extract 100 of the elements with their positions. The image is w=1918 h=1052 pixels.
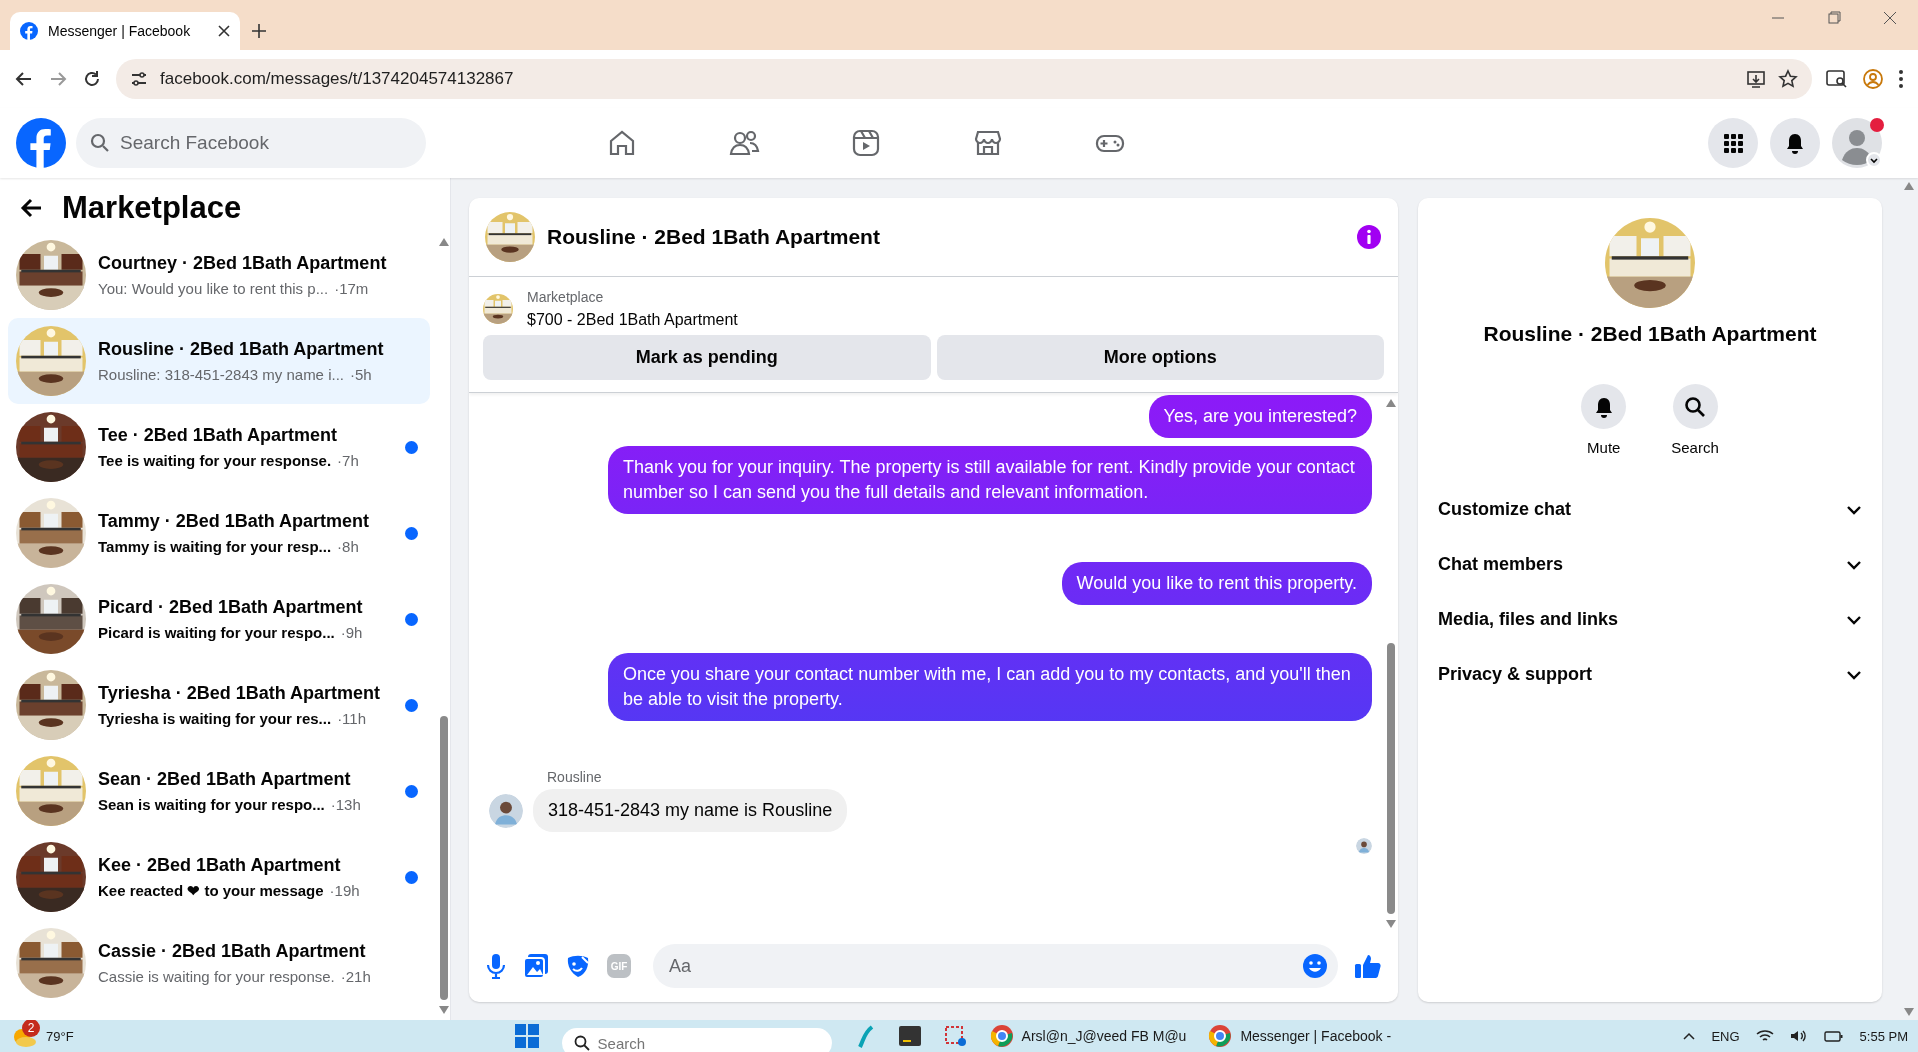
scroll-down-icon[interactable] [439,1006,449,1014]
listing-title[interactable]: $700 - 2Bed 1Bath Apartment [527,311,738,329]
listing-source: Marketplace [527,289,605,305]
message-preview: Picard is waiting for your respo... [98,624,335,641]
facebook-logo-icon [20,22,38,40]
browser-tab[interactable]: Messenger | Facebook [10,12,240,50]
message-input[interactable]: Aa [653,944,1338,988]
conversation-item[interactable]: Rousline · 2Bed 1Bath Apartment Rousline: 318-451-2843 my name i... ·5h [8,318,430,404]
message-bubble: Would you like to rent this property. [1061,562,1372,605]
battery-icon[interactable] [1823,1029,1844,1043]
message-preview: Tyriesha is waiting for your res... [98,710,332,727]
facebook-logo-icon[interactable] [16,118,66,168]
conversation-item[interactable]: Cassie · 2Bed 1Bath Apartment Cassie is waiting for your response. ·21h [8,920,430,1006]
star-icon[interactable] [1778,69,1798,89]
avatar-icon [489,793,523,828]
conversation-title: Tee · 2Bed 1Bath Apartment [98,425,339,446]
back-icon[interactable] [20,196,44,220]
conversation-item[interactable]: Kee · 2Bed 1Bath Apartment Kee reacted ❤ to your message ·19h [8,834,430,920]
grid-icon [1722,132,1744,154]
microphone-icon[interactable] [485,953,507,979]
contact-name: Rousline · 2Bed 1Bath Apartment [1483,322,1817,346]
language-indicator[interactable]: ENG [1711,1028,1740,1044]
notifications-button[interactable] [1770,118,1820,168]
conversation-title: Courtney · 2Bed 1Bath Apartment [98,253,388,274]
more-icon[interactable] [1898,69,1904,89]
conversation-title: Cassie · 2Bed 1Bath Apartment [98,941,367,962]
action-button[interactable]: More options [936,335,1384,380]
browser-icon [989,1024,1014,1048]
sender-name: Rousline [547,769,602,785]
browser-icon [1208,1024,1233,1048]
search-field[interactable]: Search Facebook [76,118,426,168]
section-header[interactable]: Customize chat [1434,482,1866,537]
temperature: 79°F [46,1028,74,1044]
bell-icon [1784,132,1806,154]
start-icon[interactable] [513,1023,540,1049]
search-icon [1684,395,1706,418]
section-header[interactable]: Privacy & support [1434,647,1866,702]
taskbar-window[interactable]: Arsl@n_J@veed FB M@u [989,1024,1187,1048]
clock[interactable]: 5:55 PM [1859,1028,1908,1044]
message-preview: Tammy is waiting for your resp... [98,538,332,555]
conversation-title: Tyriesha · 2Bed 1Bath Apartment [98,683,382,704]
conversation-item[interactable]: Tammy · 2Bed 1Bath Apartment Tammy is waiting for your resp... ·8h [8,490,430,576]
conversation-item[interactable]: Tee · 2Bed 1Bath Apartment Tee is waiting for your response. ·7h [8,404,430,490]
address-bar[interactable]: facebook.com/messages/t/1374204574132867 [116,59,1812,99]
search-field[interactable]: Search [561,1028,832,1052]
caret-icon[interactable] [1683,1032,1696,1040]
app-icon[interactable] [897,1024,922,1048]
conversation-title: Rousline · 2Bed 1Bath Apartment [98,339,385,360]
action-button[interactable]: Mark as pending [483,335,931,380]
message-time: ·5h [350,366,372,383]
scroll-down-icon[interactable] [1904,1008,1914,1016]
scroll-down-icon[interactable] [1386,920,1396,928]
scroll-thumb[interactable] [1387,643,1395,914]
profile-icon[interactable] [1862,68,1884,90]
video-icon[interactable] [850,127,882,159]
account-button[interactable] [1832,118,1882,168]
message-preview: Rousline: 318-451-2843 my name i... [98,366,344,383]
message-preview: Cassie is waiting for your response. [98,968,335,985]
sticker-icon[interactable] [565,953,591,979]
emoji-icon[interactable] [1302,953,1328,979]
message-preview: Kee reacted ❤ to your message [98,881,324,900]
scroll-up-icon[interactable] [1904,182,1914,190]
taskbar-window[interactable]: Messenger | Facebook - [1208,1024,1392,1048]
message-time: ·13h [330,796,361,813]
reload-icon[interactable] [82,69,102,89]
tab-title: Messenger | Facebook [48,23,192,39]
scroll-thumb[interactable] [440,715,448,1000]
new-tab-icon[interactable] [252,24,266,38]
close-icon[interactable] [218,25,230,37]
message-time: ·7h [337,452,359,469]
message-bubble: Thank you for your inquiry. The property is still available for rent. Kindly provide your contact number so I can send you the full details and relevant information. [608,446,1372,514]
volume-icon[interactable] [1789,1029,1808,1043]
site-settings-icon[interactable] [130,70,148,88]
conversation-item[interactable]: Picard · 2Bed 1Bath Apartment Picard is waiting for your respo... ·9h [8,576,430,662]
page-title: Marketplace [62,190,242,226]
menu-button[interactable] [1708,118,1758,168]
photo-icon[interactable] [523,953,549,979]
install-icon[interactable] [1746,69,1766,89]
message-bubble: Once you share your contact number with me, I can add you to my contacts, and you'll then be able to visit the property. [608,653,1372,721]
message-bubble: 318-451-2843 my name is Rousline [533,789,848,832]
scroll-up-icon[interactable] [439,238,449,246]
conversation-item[interactable]: Tyriesha · 2Bed 1Bath Apartment Tyriesha is waiting for your res... ·11h [8,662,430,748]
avatar-icon [1356,838,1372,854]
message-bubble: Yes, are you interested? [1148,395,1372,438]
avatar-icon [1832,118,1882,168]
tab-search-icon[interactable] [1826,69,1848,89]
message-preview: Tee is waiting for your response. [98,452,332,469]
message-time: ·11h [337,710,367,727]
scroll-up-icon[interactable] [1386,399,1396,407]
info-icon[interactable] [1356,224,1382,250]
conversation-item[interactable]: Sean · 2Bed 1Bath Apartment Sean is waiting for your respo... ·13h [8,748,430,834]
like-icon[interactable] [1354,952,1382,980]
wifi-icon[interactable] [1755,1029,1774,1043]
section-header[interactable]: Chat members [1434,537,1866,592]
message-time: ·21h [340,968,371,985]
section-header[interactable]: Media, files and links [1434,592,1866,647]
conversation-item[interactable]: Courtney · 2Bed 1Bath Apartment You: Would you like to rent this p... ·17m [8,232,430,318]
message-time: ·19h [329,881,360,900]
message-time: ·9h [340,624,363,641]
chat-title[interactable]: Rousline · 2Bed 1Bath Apartment [547,225,1344,249]
